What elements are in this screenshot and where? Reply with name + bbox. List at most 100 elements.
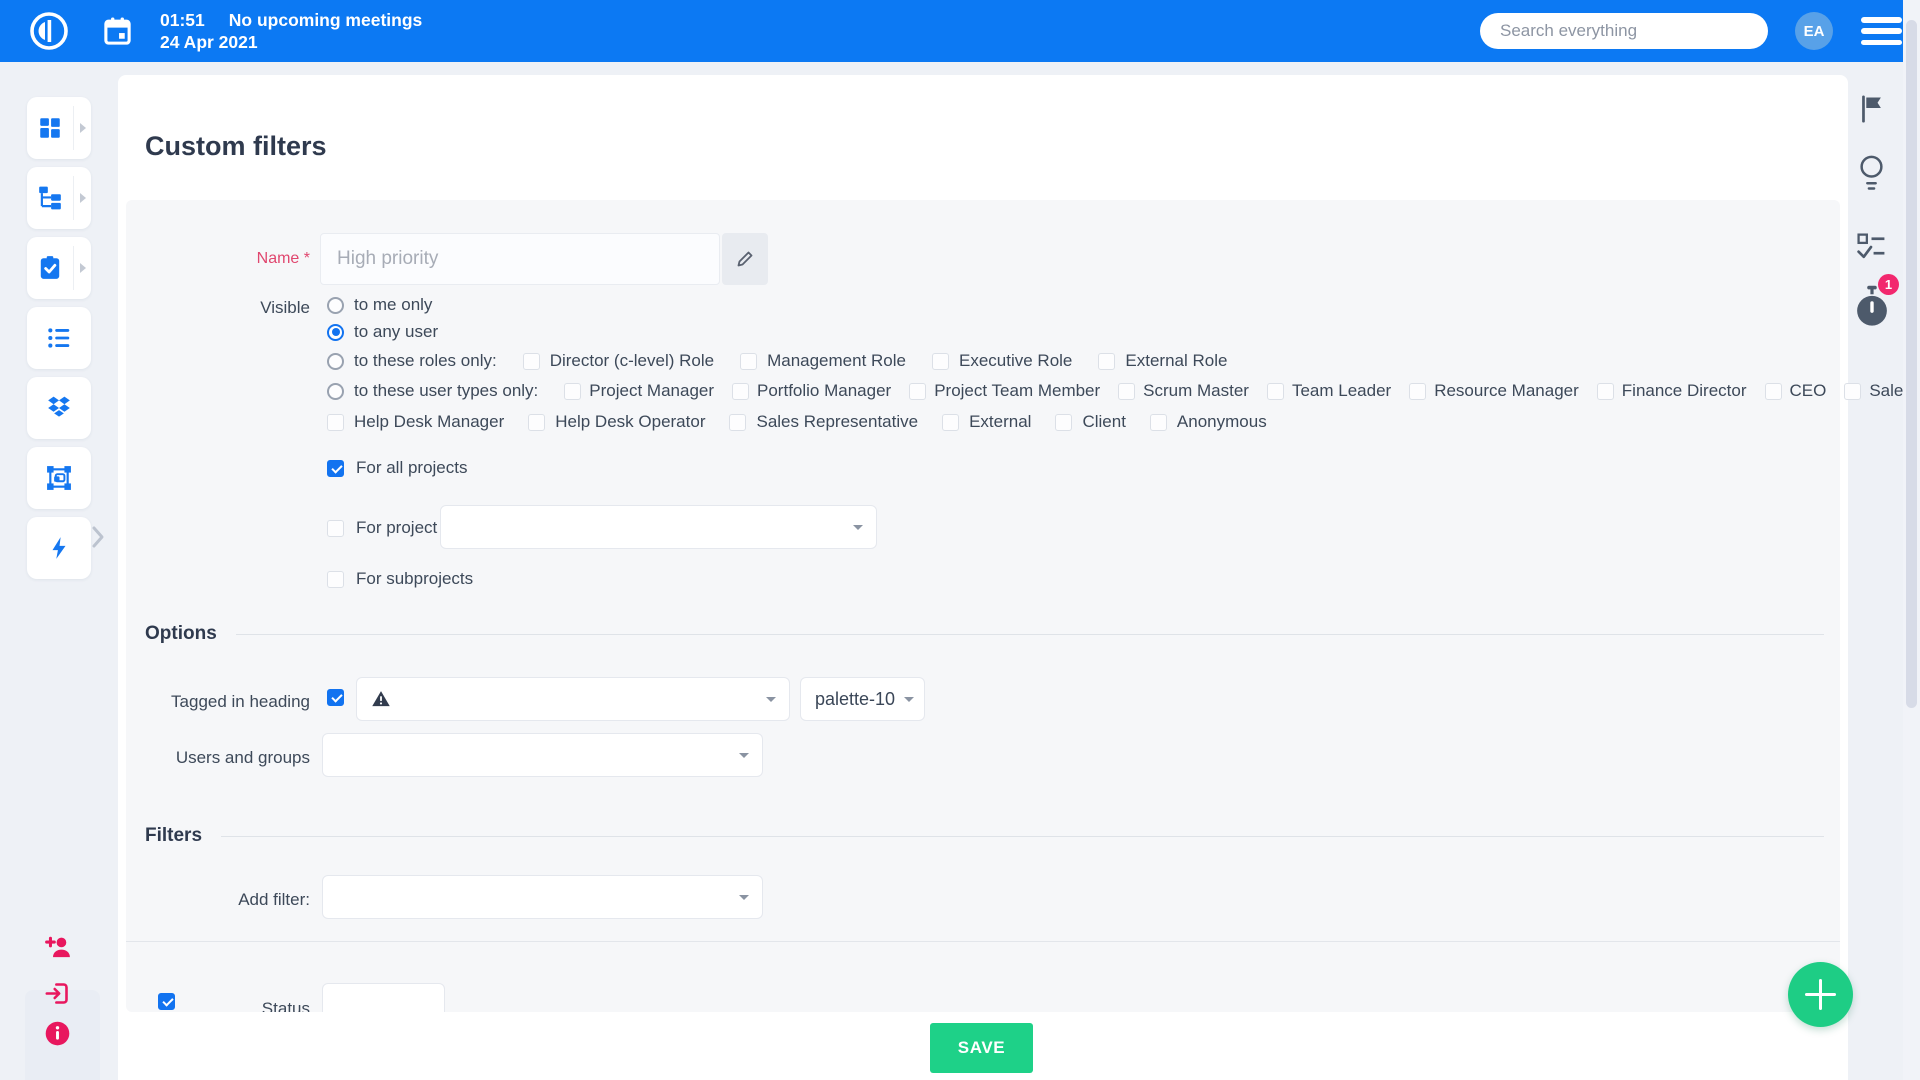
expand-sidebar-icon[interactable]	[90, 524, 106, 550]
checkbox[interactable]	[1596, 382, 1614, 400]
checkbox[interactable]	[327, 689, 344, 706]
checkbox[interactable]	[729, 413, 747, 431]
checkbox[interactable]	[1149, 413, 1167, 431]
for-project-checkbox[interactable]: For project	[327, 518, 437, 538]
visible-option-row: Help Desk Manager Help Desk Operator Sal…	[327, 410, 1920, 434]
avatar[interactable]: EA	[1795, 12, 1833, 50]
checkbox[interactable]	[528, 413, 546, 431]
radio[interactable]	[327, 352, 344, 370]
radio[interactable]	[327, 323, 344, 341]
sidebar-item-dropbox[interactable]	[27, 377, 91, 439]
checkbox[interactable]	[732, 382, 750, 400]
user-type-checkbox[interactable]: External	[942, 412, 1031, 432]
sidebar-item-dashboard[interactable]	[27, 97, 91, 159]
user-type-checkbox[interactable]: Help Desk Manager	[327, 412, 504, 432]
submenu-arrow-icon	[73, 246, 91, 290]
tagged-in-heading-checkbox[interactable]	[327, 689, 344, 706]
checkbox[interactable]	[932, 352, 949, 370]
sidebar-item-hierarchy[interactable]	[27, 167, 91, 229]
radio-to-any-user[interactable]: to any user	[327, 322, 438, 342]
checkbox[interactable]	[1266, 382, 1284, 400]
search-input[interactable]	[1480, 13, 1768, 49]
warning-icon	[372, 691, 390, 707]
user-type-checkbox[interactable]: Anonymous	[1149, 412, 1267, 432]
for-subprojects-checkbox[interactable]: For subprojects	[327, 569, 473, 589]
filters-heading: Filters	[145, 825, 203, 846]
checkbox[interactable]	[1844, 382, 1862, 400]
visible-option-row: to me only	[327, 293, 1920, 317]
checkbox[interactable]	[564, 382, 582, 400]
sidebar-item-scrum-board[interactable]	[27, 447, 91, 509]
sidebar-item-list[interactable]	[27, 307, 91, 369]
sign-in-icon[interactable]	[44, 980, 71, 1007]
scrollbar-thumb[interactable]	[1906, 20, 1917, 708]
filters-divider	[126, 941, 1840, 942]
checkbox[interactable]	[942, 413, 960, 431]
current-time: 01:51	[160, 10, 205, 30]
palette-select[interactable]: palette-10	[800, 677, 925, 721]
role-checkbox[interactable]: External Role	[1098, 351, 1227, 371]
radio-to-me-only[interactable]: to me only	[327, 295, 432, 315]
visible-options: to me only to any user to these roles on…	[327, 293, 1920, 434]
role-checkbox[interactable]: Director (c-level) Role	[522, 351, 714, 371]
calendar-icon[interactable]	[102, 16, 133, 47]
clock-block[interactable]: 01:51 No upcoming meetings 24 Apr 2021	[160, 9, 422, 53]
checkbox[interactable]	[909, 382, 927, 400]
add-new-button[interactable]	[1788, 962, 1853, 1027]
add-filter-label: Add filter:	[238, 890, 310, 909]
sidebar-item-tasks[interactable]	[27, 237, 91, 299]
radio-user-types-only[interactable]: to these user types only:	[327, 381, 538, 401]
user-type-checkbox[interactable]: Scrum Master	[1118, 381, 1249, 401]
user-type-checkbox[interactable]: Help Desk Operator	[528, 412, 705, 432]
flag-icon[interactable]	[1859, 94, 1884, 124]
checkbox[interactable]	[1409, 382, 1427, 400]
user-type-checkbox[interactable]: Finance Director	[1596, 381, 1747, 401]
add-user-icon[interactable]	[44, 934, 71, 961]
dashboard-icon	[27, 115, 73, 141]
checklist-icon[interactable]	[1856, 231, 1887, 262]
add-filter-select[interactable]	[322, 875, 763, 919]
radio[interactable]	[327, 382, 344, 400]
for-project-select[interactable]	[440, 505, 877, 549]
user-type-checkbox[interactable]: Project Team Member	[909, 381, 1100, 401]
idea-icon[interactable]	[1858, 154, 1885, 196]
user-type-checkbox[interactable]: Sales Representative	[729, 412, 918, 432]
user-type-checkbox[interactable]: Resource Manager	[1409, 381, 1579, 401]
edit-name-button[interactable]	[722, 233, 768, 285]
checkbox[interactable]	[1118, 382, 1136, 400]
users-and-groups-select[interactable]	[322, 733, 763, 777]
chevron-down-icon	[739, 753, 749, 758]
user-type-checkbox[interactable]: Portfolio Manager	[732, 381, 891, 401]
checkbox[interactable]	[740, 352, 758, 370]
for-all-projects-checkbox[interactable]: For all projects	[327, 458, 467, 478]
checkbox[interactable]	[327, 570, 344, 588]
app-logo-icon[interactable]	[28, 10, 70, 52]
checkbox[interactable]	[1098, 352, 1116, 370]
role-checkbox[interactable]: Management Role	[740, 351, 906, 371]
name-input[interactable]	[320, 233, 720, 285]
checkbox[interactable]	[1764, 382, 1782, 400]
radio-roles-only[interactable]: to these roles only:	[327, 351, 497, 371]
role-checkbox[interactable]: Executive Role	[932, 351, 1072, 371]
checkbox[interactable]	[327, 459, 344, 477]
menu-icon[interactable]	[1861, 17, 1902, 45]
user-type-checkbox[interactable]: Project Manager	[564, 381, 714, 401]
user-types-checkbox-list-2: Help Desk Manager Help Desk Operator Sal…	[327, 412, 1267, 432]
checkbox[interactable]	[327, 519, 344, 537]
checkbox[interactable]	[522, 352, 540, 370]
lightning-icon	[27, 535, 91, 561]
user-type-checkbox[interactable]: CEO	[1764, 381, 1826, 401]
visible-label: Visible	[260, 298, 310, 317]
sidebar-item-quick-actions[interactable]	[27, 517, 91, 579]
user-type-checkbox[interactable]: Team Leader	[1266, 381, 1391, 401]
info-icon[interactable]	[44, 1020, 71, 1047]
scrollbar-track[interactable]	[1903, 0, 1920, 1080]
checkbox[interactable]	[327, 413, 344, 431]
radio[interactable]	[327, 296, 344, 314]
checkbox[interactable]	[1055, 413, 1073, 431]
chevron-down-icon	[853, 525, 863, 530]
save-button[interactable]: SAVE	[930, 1023, 1033, 1073]
tagged-value-select[interactable]	[356, 677, 790, 721]
user-type-checkbox[interactable]: Client	[1055, 412, 1126, 432]
pencil-icon	[737, 251, 753, 267]
